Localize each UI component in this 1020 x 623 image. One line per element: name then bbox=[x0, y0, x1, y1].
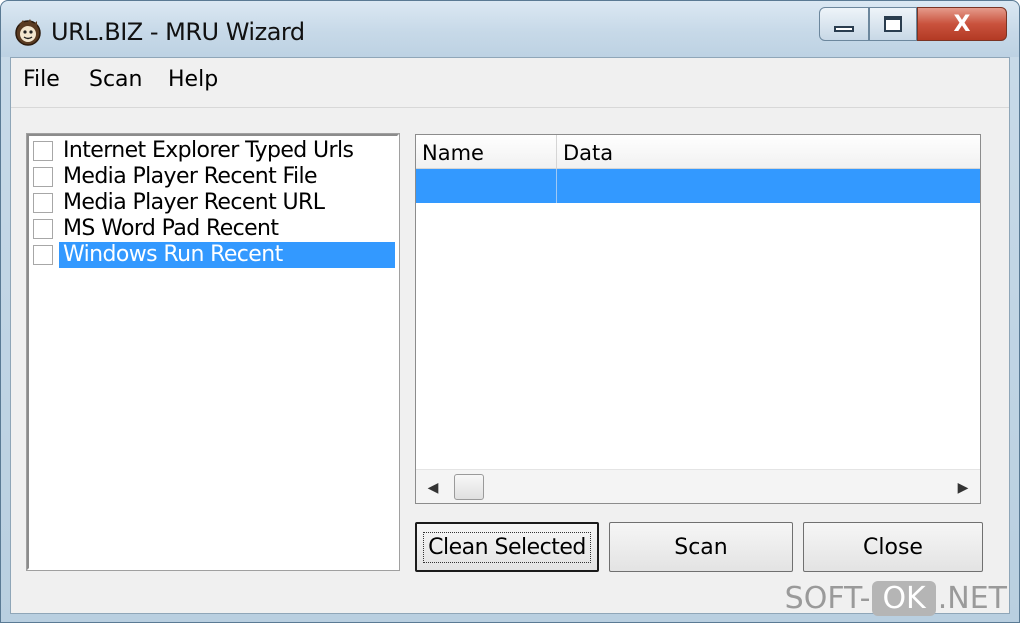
list-item[interactable]: Media Player Recent URL bbox=[33, 190, 328, 216]
list-item-label: Media Player Recent URL bbox=[63, 190, 325, 215]
list-view-header: Name Data bbox=[416, 135, 980, 169]
menu-scan[interactable]: Scan bbox=[89, 67, 143, 92]
list-item-selected[interactable]: Windows Run Recent bbox=[33, 242, 395, 268]
checkbox[interactable] bbox=[33, 219, 53, 239]
list-item-label: MS Word Pad Recent bbox=[63, 216, 279, 241]
scrollbar-thumb[interactable] bbox=[454, 474, 484, 500]
menu-file[interactable]: File bbox=[23, 67, 60, 92]
clean-selected-button[interactable]: Clean Selected bbox=[415, 522, 599, 572]
watermark-right: .NET bbox=[937, 580, 1007, 616]
results-list-view[interactable]: Name Data ◀ ▶ bbox=[415, 134, 981, 504]
watermark: SOFT- OK .NET bbox=[785, 578, 1007, 618]
watermark-middle: OK bbox=[872, 580, 936, 616]
list-item[interactable]: Media Player Recent File bbox=[33, 164, 321, 190]
list-item[interactable]: Internet Explorer Typed Urls bbox=[33, 138, 357, 164]
minimize-icon bbox=[834, 26, 854, 32]
maximize-icon bbox=[884, 16, 902, 32]
title-bar[interactable]: URL.BIZ - MRU Wizard X bbox=[1, 1, 1019, 57]
close-window-button[interactable]: X bbox=[917, 7, 1007, 41]
list-item-label: Media Player Recent File bbox=[63, 164, 318, 189]
minimize-button[interactable] bbox=[819, 7, 869, 41]
app-icon bbox=[15, 19, 41, 46]
table-row[interactable] bbox=[416, 169, 980, 203]
list-item-label: Internet Explorer Typed Urls bbox=[63, 138, 354, 163]
watermark-left: SOFT- bbox=[784, 580, 871, 616]
menu-help[interactable]: Help bbox=[168, 67, 218, 92]
horizontal-scrollbar[interactable]: ◀ ▶ bbox=[416, 469, 980, 503]
scroll-left-icon[interactable]: ◀ bbox=[422, 476, 444, 498]
menu-bar: File Scan Help bbox=[11, 58, 1009, 108]
list-item-label: Windows Run Recent bbox=[59, 242, 395, 268]
column-header-data[interactable]: Data bbox=[557, 135, 980, 169]
checkbox[interactable] bbox=[33, 193, 53, 213]
close-icon: X bbox=[953, 11, 971, 37]
column-header-name[interactable]: Name bbox=[416, 135, 557, 169]
checkbox[interactable] bbox=[33, 167, 53, 187]
client-area: File Scan Help Internet Explorer Typed U… bbox=[10, 57, 1010, 614]
scroll-right-icon[interactable]: ▶ bbox=[952, 476, 974, 498]
clean-selected-label: Clean Selected bbox=[423, 531, 591, 563]
mru-source-list[interactable]: Internet Explorer Typed Urls Media Playe… bbox=[26, 133, 400, 571]
checkbox[interactable] bbox=[33, 245, 53, 265]
close-button[interactable]: Close bbox=[803, 522, 983, 572]
checkbox[interactable] bbox=[33, 141, 53, 161]
scan-button[interactable]: Scan bbox=[609, 522, 793, 572]
list-item[interactable]: MS Word Pad Recent bbox=[33, 216, 282, 242]
window-title: URL.BIZ - MRU Wizard bbox=[51, 18, 305, 46]
app-window: URL.BIZ - MRU Wizard X File Scan Help In… bbox=[0, 0, 1020, 623]
maximize-button[interactable] bbox=[869, 7, 917, 41]
column-separator bbox=[556, 169, 557, 203]
